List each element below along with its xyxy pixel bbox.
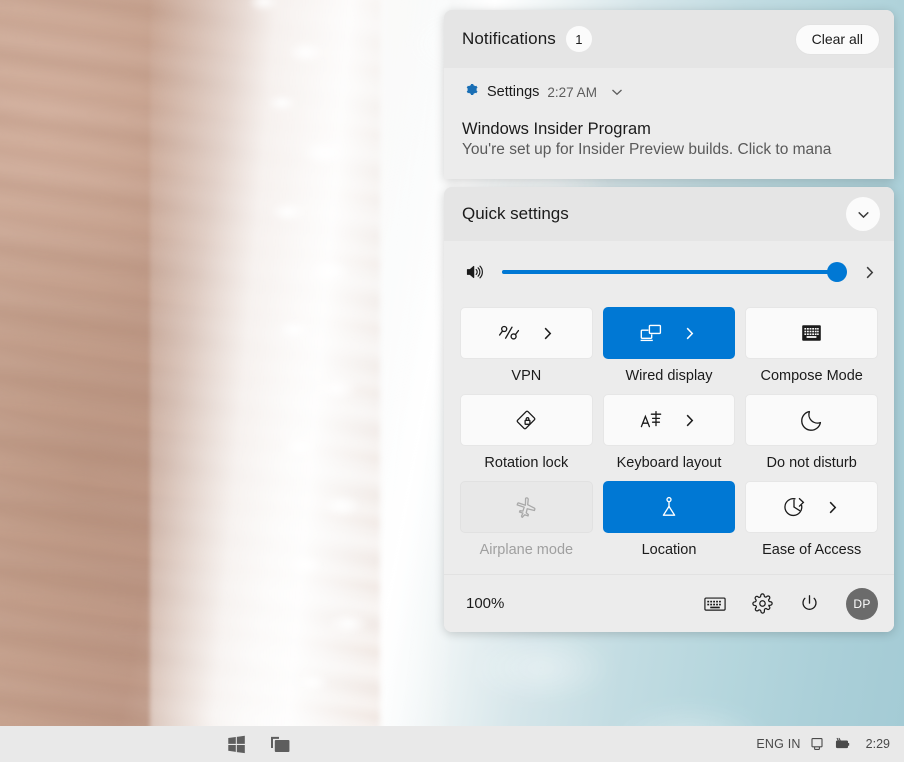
quick-setting-tile: Rotation lock bbox=[460, 394, 593, 471]
taskbar-clock[interactable]: 2:29 bbox=[866, 737, 890, 751]
compose-mode-icon bbox=[800, 323, 823, 343]
speaker-volume-icon[interactable] bbox=[462, 262, 488, 282]
on-screen-keyboard-icon[interactable] bbox=[704, 596, 726, 612]
tile-button-do-not-disturb[interactable] bbox=[745, 394, 878, 446]
location-icon bbox=[657, 495, 681, 519]
network-icon[interactable] bbox=[810, 737, 824, 752]
tile-label: Airplane mode bbox=[480, 542, 574, 558]
tile-label: Do not disturb bbox=[767, 455, 857, 471]
tile-button-airplane-mode bbox=[460, 481, 593, 533]
tile-button-rotation-lock[interactable] bbox=[460, 394, 593, 446]
moon-icon bbox=[800, 408, 824, 432]
power-icon[interactable] bbox=[799, 593, 820, 614]
keyboard-layout-icon bbox=[639, 409, 663, 431]
quick-settings-header: Quick settings bbox=[444, 187, 894, 241]
tile-button-location[interactable] bbox=[603, 481, 736, 533]
rotation-lock-icon bbox=[514, 408, 538, 432]
notifications-card: Notifications 1 Clear all Settings 2:27 … bbox=[444, 10, 894, 179]
taskbar: ENG IN 2:29 bbox=[0, 726, 904, 762]
quick-settings-title: Quick settings bbox=[462, 204, 569, 224]
tile-label: Rotation lock bbox=[484, 455, 568, 471]
chevron-right-icon[interactable] bbox=[681, 412, 698, 429]
tile-button-wired-display[interactable] bbox=[603, 307, 736, 359]
quick-setting-tile: Do not disturb bbox=[745, 394, 878, 471]
tile-button-keyboard-layout[interactable] bbox=[603, 394, 736, 446]
gear-icon bbox=[462, 81, 479, 103]
notifications-count-badge: 1 bbox=[566, 26, 592, 52]
quick-setting-tile: Keyboard layout bbox=[603, 394, 736, 471]
taskbar-left bbox=[0, 734, 292, 755]
tile-label: Ease of Access bbox=[762, 542, 861, 558]
vpn-icon bbox=[497, 322, 521, 344]
tile-label: Compose Mode bbox=[760, 368, 862, 384]
desktop: Notifications 1 Clear all Settings 2:27 … bbox=[0, 0, 904, 762]
clear-all-button[interactable]: Clear all bbox=[795, 24, 880, 55]
taskbar-system-tray: ENG IN 2:29 bbox=[756, 737, 904, 752]
audio-output-chevron-right-icon[interactable] bbox=[861, 264, 880, 281]
gear-icon[interactable] bbox=[752, 593, 773, 614]
quick-setting-tile: Location bbox=[603, 481, 736, 558]
quick-settings-footer: 100% bbox=[444, 574, 894, 632]
quick-settings-body: VPN Wired display Compose Mode Rotation loc… bbox=[444, 241, 894, 632]
language-indicator[interactable]: ENG IN bbox=[756, 737, 800, 751]
tile-button-vpn[interactable] bbox=[460, 307, 593, 359]
battery-percent-label: 100% bbox=[466, 595, 504, 612]
chevron-right-icon[interactable] bbox=[539, 325, 556, 342]
notification-item[interactable]: Settings 2:27 AM Windows Insider Program… bbox=[444, 68, 894, 179]
notification-app-name: Settings bbox=[487, 84, 539, 100]
quick-setting-tile: Compose Mode bbox=[745, 307, 878, 384]
quick-setting-tile: VPN bbox=[460, 307, 593, 384]
quick-setting-tile: Wired display bbox=[603, 307, 736, 384]
chevron-down-icon[interactable] bbox=[609, 84, 625, 100]
volume-slider[interactable] bbox=[502, 270, 847, 274]
notification-body-text: You're set up for Insider Preview builds… bbox=[462, 141, 876, 159]
quick-settings-tiles: VPN Wired display Compose Mode Rotation loc… bbox=[444, 299, 894, 562]
wired-display-icon bbox=[639, 322, 663, 344]
footer-actions: DP bbox=[704, 588, 878, 620]
tile-label: VPN bbox=[511, 368, 541, 384]
notifications-title: Notifications bbox=[462, 29, 556, 49]
quick-settings-card: Quick settings bbox=[444, 187, 894, 632]
chevron-down-icon[interactable] bbox=[846, 197, 880, 231]
volume-slider-fill bbox=[502, 270, 837, 274]
quick-setting-tile: Ease of Access bbox=[745, 481, 878, 558]
airplane-icon bbox=[514, 496, 538, 518]
chevron-right-icon[interactable] bbox=[824, 499, 841, 516]
user-avatar[interactable]: DP bbox=[846, 588, 878, 620]
action-center-panel: Notifications 1 Clear all Settings 2:27 … bbox=[444, 10, 894, 632]
tile-label: Keyboard layout bbox=[617, 455, 722, 471]
quick-setting-tile: Airplane mode bbox=[460, 481, 593, 558]
task-view-icon[interactable] bbox=[269, 735, 292, 754]
volume-slider-thumb[interactable] bbox=[827, 262, 847, 282]
tile-button-compose-mode[interactable] bbox=[745, 307, 878, 359]
volume-row bbox=[444, 245, 894, 299]
notifications-header: Notifications 1 Clear all bbox=[444, 10, 894, 68]
notification-heading: Windows Insider Program bbox=[462, 120, 876, 139]
battery-icon[interactable] bbox=[833, 737, 851, 751]
chevron-right-icon[interactable] bbox=[681, 325, 698, 342]
ease-of-access-icon bbox=[782, 495, 806, 519]
notification-app-row: Settings 2:27 AM bbox=[462, 80, 876, 104]
tile-label: Location bbox=[642, 542, 697, 558]
tile-label: Wired display bbox=[625, 368, 712, 384]
tile-button-ease-of-access[interactable] bbox=[745, 481, 878, 533]
windows-start-icon[interactable] bbox=[226, 734, 247, 755]
notification-time: 2:27 AM bbox=[547, 85, 597, 100]
